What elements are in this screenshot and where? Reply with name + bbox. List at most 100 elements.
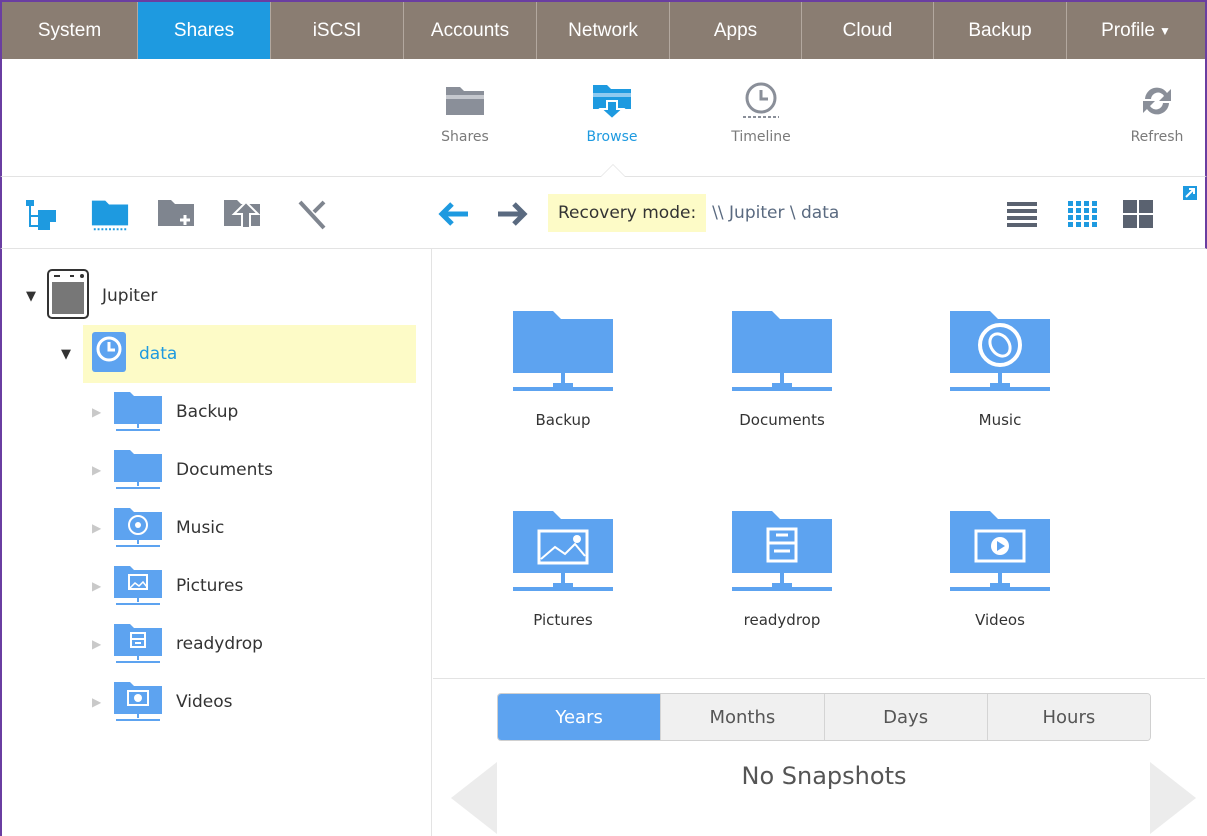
back-arrow-icon[interactable] — [434, 194, 474, 234]
clock-icon — [739, 79, 783, 123]
folder-icon — [513, 305, 613, 399]
tab-label: Apps — [713, 19, 758, 41]
tab-label: Cloud — [842, 19, 893, 41]
grid-folder-music[interactable]: Music — [910, 305, 1090, 429]
music-folder-icon — [112, 504, 164, 553]
tree-node-pictures[interactable]: ▶ Pictures — [92, 557, 243, 615]
subnav-label: Refresh — [1130, 129, 1184, 145]
tree-node-videos[interactable]: ▶ Videos — [92, 673, 233, 731]
tab-label: Profile — [1101, 19, 1155, 41]
tree-node-readydrop[interactable]: ▶ readydrop — [92, 615, 263, 673]
folder-icon — [112, 388, 164, 437]
subnav-timeline[interactable]: Timeline — [716, 79, 806, 145]
current-path: \\ Jupiter \ data — [712, 203, 840, 223]
caret-down-icon: ▼ — [1158, 23, 1171, 38]
upload-icon[interactable] — [222, 194, 262, 234]
segment-years[interactable]: Years — [498, 694, 662, 740]
next-arrow-icon[interactable] — [1150, 762, 1196, 834]
pictures-folder-icon — [112, 562, 164, 611]
tree-label: Music — [176, 518, 225, 538]
refresh-icon — [1135, 79, 1179, 123]
tab-shares[interactable]: Shares — [138, 2, 271, 59]
subnav-label: Timeline — [731, 129, 791, 145]
list-view-icon[interactable] — [1002, 194, 1042, 234]
tree-node-backup[interactable]: ▶ Backup — [92, 383, 238, 441]
subnav-label: Shares — [441, 129, 489, 145]
folder-label: Videos — [975, 611, 1025, 629]
forward-arrow-icon[interactable] — [492, 194, 532, 234]
browse-folder-icon — [590, 79, 634, 123]
no-snapshots-message: No Snapshots — [741, 762, 907, 790]
subnav-browse[interactable]: Browse — [567, 79, 657, 145]
shares-folder-icon — [443, 79, 487, 123]
folder-label: readydrop — [743, 611, 821, 629]
tab-iscsi[interactable]: iSCSI — [271, 2, 404, 59]
grid-folder-pictures[interactable]: Pictures — [473, 505, 653, 629]
previous-arrow-icon[interactable] — [451, 762, 497, 834]
timeline-range-selector: Years Months Days Hours — [497, 693, 1151, 741]
collapsed-triangle-icon[interactable]: ▶ — [92, 637, 112, 651]
segment-hours[interactable]: Hours — [987, 694, 1150, 740]
main-tab-bar: System Shares iSCSI Accounts Network App… — [0, 0, 1207, 59]
expand-icon[interactable] — [1182, 185, 1198, 201]
tree-label: Pictures — [176, 576, 244, 596]
tree-node-jupiter[interactable]: ▼ Jupiter — [26, 267, 157, 325]
tree-node-documents[interactable]: ▶ Documents — [92, 441, 273, 499]
recovery-mode-label: Recovery mode: — [548, 194, 707, 232]
small-grid-view-icon[interactable] — [1062, 194, 1102, 234]
tree-label: Backup — [176, 402, 239, 422]
tree-node-data[interactable]: ▼ data — [61, 325, 416, 383]
tab-label: Backup — [968, 19, 1032, 41]
tab-label: Shares — [173, 19, 235, 41]
readydrop-folder-icon — [732, 505, 832, 599]
expanded-triangle-icon[interactable]: ▼ — [26, 289, 46, 304]
tab-cloud[interactable]: Cloud — [802, 2, 934, 59]
nas-device-icon — [46, 268, 90, 325]
subnav-shares[interactable]: Shares — [420, 79, 510, 145]
folder-label: Backup — [535, 411, 591, 429]
expanded-triangle-icon[interactable]: ▼ — [61, 347, 81, 362]
tab-network[interactable]: Network — [537, 2, 670, 59]
subnav-refresh[interactable]: Refresh — [1112, 79, 1202, 145]
grid-folder-backup[interactable]: Backup — [473, 305, 653, 429]
grid-folder-readydrop[interactable]: readydrop — [692, 505, 872, 629]
recovery-path: Recovery mode: \\ Jupiter \ data — [548, 193, 839, 233]
new-folder-icon[interactable] — [156, 194, 196, 234]
tab-apps[interactable]: Apps — [670, 2, 802, 59]
subnav-label: Browse — [586, 129, 638, 145]
tab-label: iSCSI — [312, 19, 362, 41]
collapsed-triangle-icon[interactable]: ▶ — [92, 695, 112, 709]
browse-toolbar: Recovery mode: \\ Jupiter \ data — [0, 177, 1207, 249]
share-folder-icon[interactable] — [90, 194, 130, 234]
snapshot-share-icon — [91, 331, 127, 378]
delete-icon[interactable] — [292, 194, 332, 234]
tree-node-music[interactable]: ▶ Music — [92, 499, 224, 557]
folder-grid: Backup Documents Music Pictures readydro… — [433, 249, 1205, 679]
grid-folder-documents[interactable]: Documents — [692, 305, 872, 429]
folder-label: Music — [978, 411, 1022, 429]
folder-icon — [112, 446, 164, 495]
tree-label: readydrop — [176, 634, 263, 654]
readydrop-folder-icon — [112, 620, 164, 669]
pictures-folder-icon — [513, 505, 613, 599]
collapsed-triangle-icon[interactable]: ▶ — [92, 405, 112, 419]
tab-system[interactable]: System — [2, 2, 138, 59]
segment-days[interactable]: Days — [824, 694, 988, 740]
collapsed-triangle-icon[interactable]: ▶ — [92, 463, 112, 477]
tab-backup[interactable]: Backup — [934, 2, 1067, 59]
tree-label: Jupiter — [102, 286, 158, 306]
tab-profile[interactable]: Profile ▼ — [1067, 2, 1205, 59]
segment-months[interactable]: Months — [661, 694, 825, 740]
collapsed-triangle-icon[interactable]: ▶ — [92, 521, 112, 535]
tree-label: data — [139, 344, 178, 364]
grid-folder-videos[interactable]: Videos — [910, 505, 1090, 629]
tab-accounts[interactable]: Accounts — [404, 2, 537, 59]
large-grid-view-icon[interactable] — [1118, 194, 1158, 234]
active-pointer — [600, 164, 626, 177]
collapsed-triangle-icon[interactable]: ▶ — [92, 579, 112, 593]
tree-label: Documents — [176, 460, 273, 480]
folder-label: Pictures — [533, 611, 593, 629]
tree-view-icon[interactable] — [22, 194, 62, 234]
videos-folder-icon — [950, 505, 1050, 599]
tree-label: Videos — [176, 692, 233, 712]
